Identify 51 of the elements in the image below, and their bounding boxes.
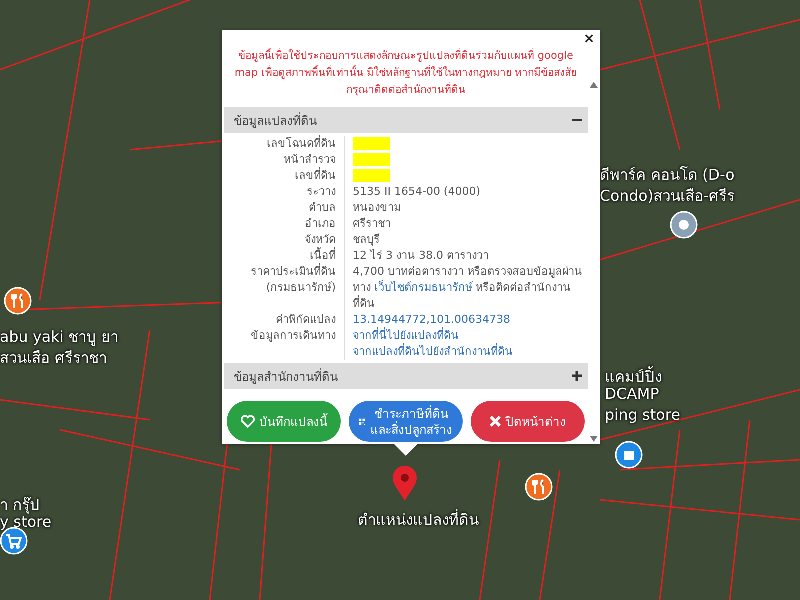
field-label: เลขที่ดิน [224,168,345,184]
map-label: abu yaki ชาบู ยา [0,327,118,348]
field-label: ค่าพิกัดแปลง [224,312,345,328]
field-label: อำเภอ [224,216,345,232]
map-label: ตำแหน่งแปลงที่ดิน [358,508,479,531]
redacted-block [353,153,390,166]
value-link[interactable]: จากแปลงที่ดินไปยังสำนักงานที่ดิน [353,344,588,360]
map-label: แคมป์ปิ้ง [605,365,662,388]
field-label: ตำบล [224,200,345,216]
scroll-up-icon[interactable] [590,82,598,88]
website-link[interactable]: เว็บไซต์กรมธนารักษ์ [374,281,472,294]
bag-icon[interactable] [615,441,643,469]
field-label: ราคาประเมินที่ดิน (กรมธนารักษ์) [224,264,345,312]
map-label: Condo)สวนเสือ-ศรีร [600,186,736,207]
map-label: สวนเสือ ศรีราชา [0,348,107,369]
disclaimer-text: ข้อมูลนี้เพื่อใช้ประกอบการแสดงลักษณะรูปแปลงที่ดินร่วมกับแผนที่ google map เพื่อดูสภาพพื้นที่เท่านั้น มิใช่หลักฐานที่ใช้ในทางกฎหมาย หากมีข้อสงสัย กรุณาติดต่อสำนักงานที่ดิน [234,48,578,98]
field-label: หน้าสำรวจ [224,152,345,168]
satellite-map[interactable] [0,0,800,600]
close-icon [490,416,501,427]
location-pin-icon [392,466,418,502]
action-button[interactable]: ชำระภาษีที่ดินและสิ่งปลูกสร้าง [349,401,463,442]
field-label: ระวาง [224,184,345,200]
field-value: 5135 II 1654-00 (4000) [353,184,482,200]
field-label: ข้อมูลการเดินทาง [224,328,345,360]
section-header[interactable]: ข้อมูลแปลงที่ดิน [224,107,588,133]
fork-knife-icon[interactable] [525,473,553,501]
action-button[interactable]: ปิดหน้าต่าง [471,401,585,442]
map-label: DCAMP [605,385,660,403]
heart-icon [240,415,254,428]
action-button[interactable]: บันทึกแปลงนี้ [227,401,341,442]
redacted-block [353,169,390,182]
value-link[interactable]: จากที่นี่ไปยังแปลงที่ดิน [353,328,588,344]
section-header[interactable]: ข้อมูลสำนักงานที่ดิน [224,363,588,389]
field-value: 4,700 บาทต่อตารางวา หรือตรวจสอบข้อมูลผ่านทาง เว็บไซต์กรมธนารักษ์ หรือติดต่อสำนักงานที่ดิน [353,264,584,312]
field-value: หนองขาม [353,200,402,216]
field-value: ศรีราชา [353,216,392,232]
popup-pointer [394,444,418,456]
map-label: ping store [605,406,680,424]
close-button[interactable]: × [582,31,597,49]
value-link[interactable]: 13.14944772,101.00634738 [353,312,588,328]
field-value: ชลบุรี [353,232,381,248]
field-value: 12 ไร่ 3 งาน 38.0 ตารางวา [353,248,490,264]
redacted-block [353,137,390,150]
field-label: เนื้อที่ [224,248,345,264]
pin-circle-icon[interactable] [670,211,698,239]
map-label: ดีพาร์ค คอนโด (D-o [600,165,735,186]
fork-knife-icon[interactable] [4,287,32,315]
expand-icon [572,371,582,381]
scroll-down-icon[interactable] [590,436,598,442]
field-label: เลขโฉนดที่ดิน [224,136,345,152]
field-label: จังหวัด [224,232,345,248]
